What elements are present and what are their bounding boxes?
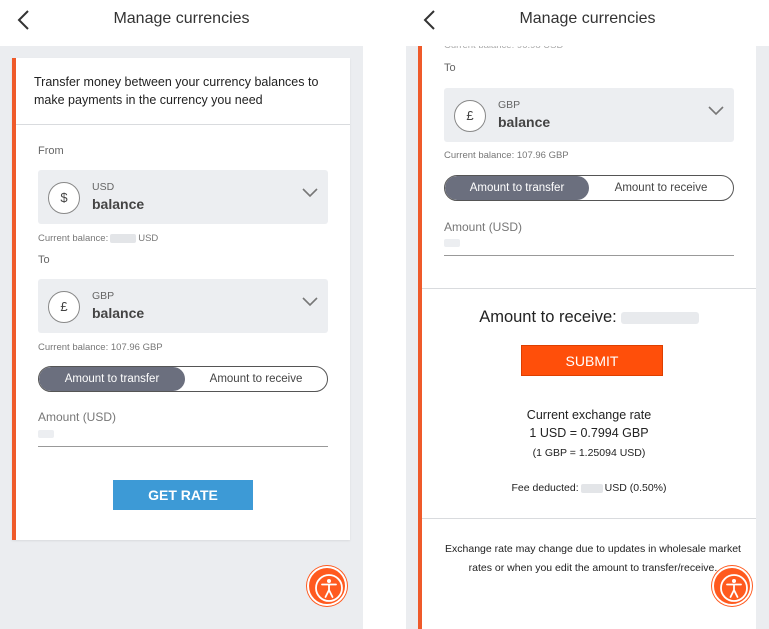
disclaimer-text: Exchange rate may change due to updates … [445, 543, 741, 574]
accessibility-icon [315, 574, 343, 602]
toggle-amount-to-receive[interactable]: Amount to receive [589, 176, 733, 200]
redacted-value [620, 311, 699, 324]
currency-balance-label: balance [498, 114, 551, 130]
header: Manage currencies [406, 0, 769, 46]
divider [16, 124, 350, 125]
accessibility-icon [720, 574, 748, 602]
pound-icon: £ [454, 100, 486, 132]
get-rate-button[interactable]: GET RATE [113, 480, 253, 510]
left-screen: Manage currencies Transfer money between… [0, 0, 363, 629]
accessibility-button[interactable] [712, 566, 752, 606]
submit-button[interactable]: SUBMIT [521, 345, 663, 376]
toggle-amount-to-receive[interactable]: Amount to receive [185, 367, 327, 391]
divider [422, 518, 756, 519]
chevron-down-icon [302, 188, 318, 198]
rate-main: 1 USD = 0.7994 GBP [529, 426, 649, 440]
right-screen: Current balance: 96.98 USD To £ GBP bala… [406, 0, 769, 629]
toggle-amount-to-transfer[interactable]: Amount to transfer [39, 367, 185, 391]
chevron-down-icon [302, 297, 318, 307]
amount-mode-toggle: Amount to transfer Amount to receive [444, 175, 734, 201]
chevron-down-icon [708, 106, 724, 116]
from-label: From [38, 145, 64, 157]
amount-input[interactable] [38, 430, 54, 438]
from-currency-select[interactable]: $ USD balance [38, 170, 328, 224]
to-currency-select[interactable]: £ GBP balance [444, 88, 734, 142]
accessibility-button[interactable] [307, 566, 347, 606]
rate-inverse: (1 GBP = 1.25094 USD) [532, 447, 646, 459]
page-title: Manage currencies [113, 10, 250, 27]
header: Manage currencies [0, 0, 363, 46]
amount-label: Amount (USD) [444, 220, 523, 234]
from-balance: Current balance: USD [38, 233, 159, 244]
currency-balance-label: balance [92, 305, 145, 321]
redacted-value [110, 233, 137, 243]
intro-text: Transfer money between your currency bal… [34, 75, 319, 107]
page-title: Manage currencies [519, 10, 656, 27]
fee-deducted: Fee deducted: USD (0.50%) [511, 482, 667, 494]
to-balance: Current balance: 107.96 GBP [444, 150, 569, 161]
toggle-amount-to-transfer[interactable]: Amount to transfer [445, 176, 589, 200]
pound-icon: £ [48, 291, 80, 323]
currency-balance-label: balance [92, 196, 145, 212]
redacted-value [580, 483, 603, 493]
amount-underline [444, 255, 734, 256]
to-currency-select[interactable]: £ GBP balance [38, 279, 328, 333]
currency-code: GBP [498, 99, 521, 111]
exchange-rate-block: Current exchange rate 1 USD = 0.7994 GBP… [422, 406, 756, 462]
to-balance: Current balance: 107.96 GBP [38, 342, 163, 353]
amount-mode-toggle: Amount to transfer Amount to receive [38, 366, 328, 392]
divider [422, 288, 756, 289]
currency-code: GBP [92, 290, 115, 302]
to-label: To [444, 62, 456, 74]
rate-title: Current exchange rate [526, 408, 652, 422]
transfer-card: Transfer money between your currency bal… [12, 58, 350, 540]
amount-to-receive: Amount to receive: [422, 308, 756, 327]
dollar-icon: $ [48, 182, 80, 214]
transfer-card: Current balance: 96.98 USD To £ GBP bala… [418, 40, 756, 629]
to-label: To [38, 254, 50, 266]
amount-label: Amount (USD) [38, 410, 117, 424]
amount-underline [38, 446, 328, 447]
amount-input[interactable] [444, 239, 460, 247]
currency-code: USD [92, 181, 115, 193]
